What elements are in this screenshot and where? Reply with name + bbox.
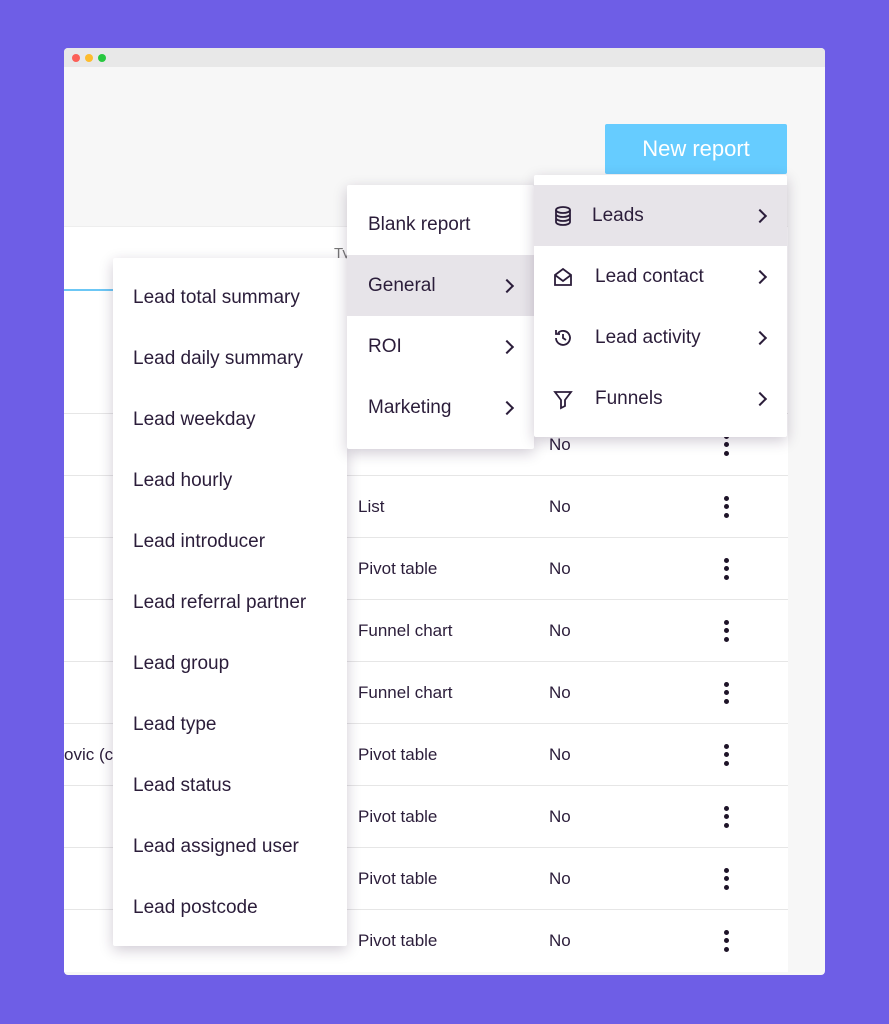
- menu-item-lead-report[interactable]: Lead weekday: [113, 389, 347, 450]
- new-report-button[interactable]: New report: [605, 124, 787, 174]
- menu-item-label: Lead introducer: [133, 530, 266, 552]
- menu-item-lead-report[interactable]: Lead group: [113, 633, 347, 694]
- chevron-right-icon: [752, 208, 768, 223]
- report-shared: No: [549, 868, 571, 888]
- report-shared: No: [549, 496, 571, 516]
- report-shared: No: [549, 930, 571, 950]
- filter-icon: [553, 390, 573, 409]
- chevron-right-icon: [499, 278, 515, 293]
- menu-item-lead-report[interactable]: Lead daily summary: [113, 328, 347, 389]
- menu-item-general[interactable]: Lead activity: [534, 307, 787, 368]
- menu-item-lead-report[interactable]: Lead type: [113, 694, 347, 755]
- chevron-right-icon: [499, 339, 515, 354]
- report-shared: No: [549, 682, 571, 702]
- menu-item-lead-report[interactable]: Lead status: [113, 755, 347, 816]
- menu-item-general[interactable]: Leads: [534, 185, 787, 246]
- menu-item-label: Lead type: [133, 713, 217, 735]
- menu-item-label: Lead status: [133, 774, 232, 796]
- menu-item-label: ROI: [368, 335, 402, 357]
- chevron-right-icon: [752, 330, 768, 345]
- report-type: List: [358, 496, 385, 516]
- report-shared: No: [549, 744, 571, 764]
- menu-item-label: Lead activity: [595, 326, 701, 348]
- menu-item-general[interactable]: Funnels: [534, 368, 787, 429]
- menu-item-label: Lead total summary: [133, 286, 300, 308]
- history-icon: [555, 329, 571, 346]
- chevron-right-icon: [752, 269, 768, 284]
- menu-item-category[interactable]: Marketing: [347, 377, 534, 438]
- menu-item-label: Lead postcode: [133, 896, 258, 918]
- chevron-right-icon: [752, 391, 768, 406]
- report-type: Funnel chart: [358, 620, 453, 640]
- close-window-button[interactable]: [72, 54, 80, 62]
- more-options-icon[interactable]: [722, 557, 730, 580]
- report-shared: No: [549, 434, 571, 454]
- menu-item-category[interactable]: Blank report: [347, 194, 534, 255]
- menu-item-label: Lead contact: [595, 265, 704, 287]
- menu-item-lead-report[interactable]: Lead referral partner: [113, 572, 347, 633]
- chevron-right-icon: [499, 400, 515, 415]
- report-category-menu: Blank report General ROI Marketing: [347, 185, 534, 449]
- database-icon: [555, 205, 571, 226]
- report-type: Pivot table: [358, 930, 438, 950]
- menu-item-label: Blank report: [368, 213, 471, 235]
- more-options-icon[interactable]: [722, 743, 730, 766]
- menu-item-lead-report[interactable]: Lead total summary: [113, 267, 347, 328]
- report-shared: No: [549, 558, 571, 578]
- report-name: ovic (c: [64, 744, 114, 764]
- more-options-icon[interactable]: [722, 681, 730, 704]
- menu-item-label: Lead group: [133, 652, 230, 674]
- report-type: Pivot table: [358, 558, 438, 578]
- menu-item-category[interactable]: ROI: [347, 316, 534, 377]
- envelope-open-icon: [554, 267, 572, 286]
- menu-item-label: Lead daily summary: [133, 347, 304, 369]
- title-bar: [64, 48, 825, 67]
- menu-item-label: Marketing: [368, 396, 452, 418]
- menu-item-label: Leads: [592, 204, 644, 226]
- more-options-icon[interactable]: [722, 495, 730, 518]
- report-shared: No: [549, 806, 571, 826]
- report-type: Pivot table: [358, 744, 438, 764]
- menu-item-lead-report[interactable]: Lead assigned user: [113, 816, 347, 877]
- report-type: Pivot table: [358, 806, 438, 826]
- menu-item-label: Lead hourly: [133, 469, 233, 491]
- menu-item-label: Lead referral partner: [133, 591, 307, 613]
- general-submenu: Leads Lead contact Lead activity Funnels: [534, 175, 787, 437]
- minimize-window-button[interactable]: [85, 54, 93, 62]
- more-options-icon[interactable]: [722, 805, 730, 828]
- report-type: Pivot table: [358, 868, 438, 888]
- leads-report-menu: Lead total summary Lead daily summary Lead…: [113, 258, 347, 946]
- more-options-icon[interactable]: [722, 867, 730, 890]
- menu-item-label: Lead weekday: [133, 408, 256, 430]
- menu-item-lead-report[interactable]: Lead hourly: [113, 450, 347, 511]
- menu-item-label: Lead assigned user: [133, 835, 299, 857]
- menu-item-label: Funnels: [595, 387, 663, 409]
- menu-item-category[interactable]: General: [347, 255, 534, 316]
- maximize-window-button[interactable]: [98, 54, 106, 62]
- menu-item-label: General: [368, 274, 436, 296]
- more-options-icon[interactable]: [722, 929, 730, 952]
- report-type: Funnel chart: [358, 682, 453, 702]
- menu-item-general[interactable]: Lead contact: [534, 246, 787, 307]
- report-shared: No: [549, 620, 571, 640]
- menu-item-lead-report[interactable]: Lead introducer: [113, 511, 347, 572]
- menu-item-lead-report[interactable]: Lead postcode: [113, 877, 347, 938]
- more-options-icon[interactable]: [722, 619, 730, 642]
